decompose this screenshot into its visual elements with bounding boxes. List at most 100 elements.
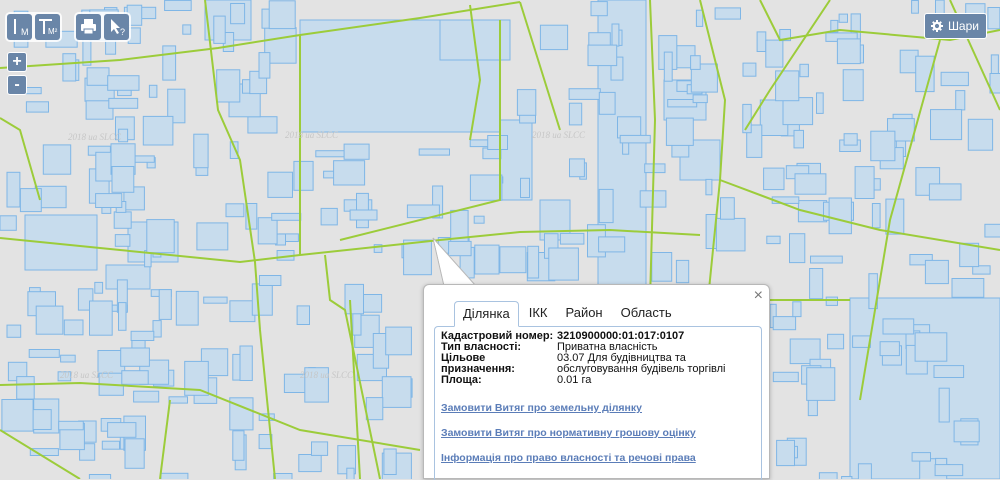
zoom-out-button[interactable]: -: [7, 75, 27, 95]
parcel: [789, 233, 806, 264]
parcel: [590, 1, 608, 17]
gear-icon: [930, 20, 943, 32]
parcel: [349, 209, 378, 221]
parcel: [60, 354, 76, 363]
parcel: [951, 278, 985, 298]
parcel: [193, 133, 209, 169]
parcel: [598, 236, 626, 253]
parcel: [879, 341, 900, 357]
parcel: [385, 326, 412, 356]
parcel: [568, 88, 601, 100]
parcel: [121, 370, 149, 385]
parcel: [16, 376, 35, 400]
parcel: [381, 376, 412, 408]
zoom-in-button[interactable]: +: [7, 52, 27, 72]
parcel: [870, 130, 896, 162]
parcel: [756, 31, 767, 52]
parcel: [587, 44, 618, 67]
parcel: [86, 67, 110, 86]
parcel: [271, 212, 302, 221]
parcel: [799, 63, 809, 78]
parcel: [772, 371, 799, 383]
parcel: [268, 0, 296, 30]
parcel: [665, 117, 694, 146]
tab-region[interactable]: Область: [613, 301, 680, 325]
parcel: [247, 116, 278, 134]
layers-button[interactable]: Шари: [923, 13, 987, 39]
tools-toolbar: ?: [74, 12, 131, 42]
parcel: [714, 7, 741, 20]
purpose-row: Цільове призначення: 03.07 Для будівницт…: [441, 353, 755, 375]
parcel: [930, 109, 963, 141]
parcel: [619, 134, 651, 144]
parcel: [794, 173, 827, 195]
parcel: [42, 144, 72, 175]
parcel: [296, 305, 311, 325]
parcel: [107, 75, 140, 91]
parcel: [806, 367, 836, 401]
close-icon[interactable]: ×: [754, 287, 763, 305]
parcel: [6, 171, 21, 208]
tab-parcel[interactable]: Ділянка: [454, 301, 519, 327]
printer-icon: [81, 19, 96, 35]
popup-pointer: [432, 237, 478, 287]
parcel: [827, 333, 845, 350]
parcel: [469, 174, 503, 201]
parcel: [742, 62, 757, 77]
parcel: [105, 264, 151, 290]
parcel: [225, 203, 245, 218]
tab-district[interactable]: Район: [557, 301, 610, 325]
parcel: [164, 0, 192, 12]
popup-tabs: Ділянка ІКК Район Область: [454, 301, 682, 327]
parcel: [955, 90, 966, 111]
parcel: [315, 150, 347, 158]
parcel: [816, 92, 824, 114]
parcel: [675, 259, 690, 284]
parcel: [418, 148, 451, 156]
parcel: [111, 166, 135, 193]
parcel: [216, 69, 241, 103]
parcel: [967, 118, 994, 151]
parcel: [854, 166, 875, 200]
parcel: [766, 235, 781, 245]
parcel: [182, 24, 192, 35]
parcel: [569, 158, 585, 178]
parcel: [911, 0, 919, 14]
parcel: [934, 464, 964, 477]
parcel: [114, 234, 131, 247]
parcel: [852, 335, 871, 348]
ownership-rights-info-link[interactable]: Інформація про право власності та речові…: [441, 452, 755, 464]
parcel: [809, 268, 824, 300]
parcel: [987, 7, 1000, 30]
measure-length-button[interactable]: М: [7, 14, 32, 40]
parcel: [320, 207, 338, 226]
parcel: [692, 94, 708, 104]
parcel: [403, 239, 432, 276]
parcel: [924, 259, 949, 285]
parcel: [695, 9, 704, 27]
parcel: [25, 101, 49, 113]
measure-area-button[interactable]: М²: [35, 14, 60, 40]
parcel: [383, 448, 397, 475]
parcel: [346, 467, 355, 479]
parcel: [548, 247, 579, 281]
order-parcel-extract-link[interactable]: Замовити Витяг про земельну ділянку: [441, 402, 755, 414]
purpose-value: 03.07 Для будівництва та обслуговування …: [557, 352, 726, 375]
parcel: [158, 289, 172, 320]
parcel: [499, 246, 527, 274]
parcel: [818, 472, 838, 479]
parcel: [871, 203, 881, 229]
parcel: [857, 463, 872, 479]
area-value: 0.01 га: [557, 374, 592, 386]
parcel: [715, 217, 746, 252]
parcel: [251, 283, 273, 316]
parcel: [232, 430, 245, 461]
parcel: [782, 97, 814, 126]
identify-button[interactable]: ?: [104, 14, 129, 40]
tab-ikk[interactable]: ІКК: [521, 301, 556, 325]
parcel: [196, 222, 229, 251]
parcel: [146, 219, 175, 254]
parcel: [203, 296, 228, 304]
print-button[interactable]: [76, 14, 101, 40]
order-valuation-extract-link[interactable]: Замовити Витяг про нормативну грошову оц…: [441, 427, 755, 439]
